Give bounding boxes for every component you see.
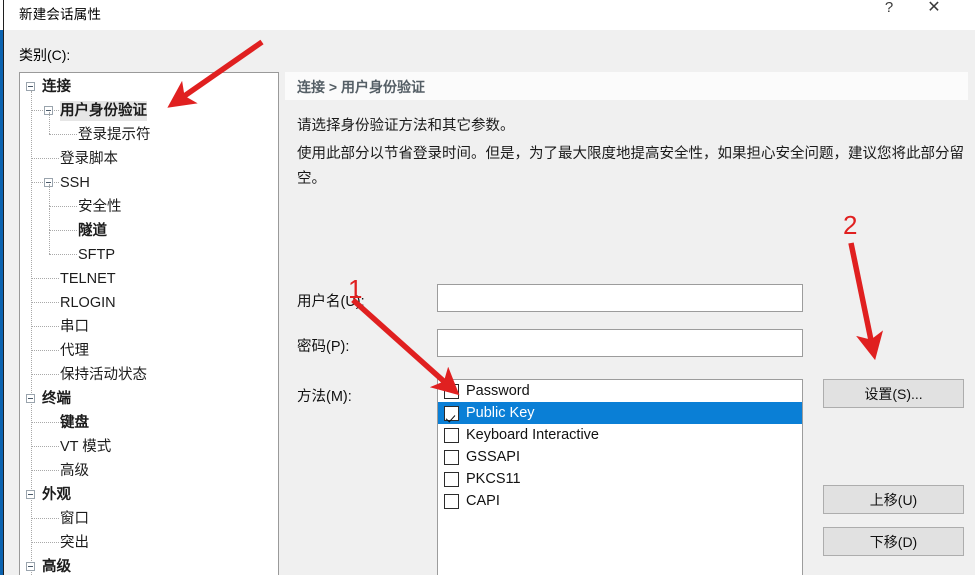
password-label: 密码(P): — [297, 339, 350, 355]
method-label: GSSAPI — [466, 449, 520, 465]
method-label: PKCS11 — [466, 471, 521, 487]
method-list-item[interactable]: PKCS11 — [438, 468, 802, 490]
title-bar: 新建会话属性 ? ✕ — [0, 0, 975, 30]
username-field[interactable] — [437, 284, 803, 312]
sidebar-item-label: 键盘 — [60, 415, 89, 431]
sidebar-item[interactable]: 窗口 — [20, 507, 278, 531]
category-tree[interactable]: 连接用户身份验证登录提示符登录脚本 SSH 安全性隧道 SFTP TELNET RLOGI… — [19, 72, 279, 575]
sidebar-item[interactable]: 登录脚本 — [20, 147, 278, 171]
window-title: 新建会话属性 — [19, 7, 102, 22]
breadcrumb-text: 连接 > 用户身份验证 — [297, 79, 425, 95]
sidebar-item-label: 登录提示符 — [78, 127, 151, 143]
password-input[interactable] — [438, 330, 802, 356]
properties-button[interactable]: 设置(S)... — [823, 379, 964, 408]
move-up-button[interactable]: 上移(U) — [823, 485, 964, 514]
checkbox-icon[interactable] — [444, 405, 459, 421]
sidebar-item-label: 隧道 — [78, 223, 107, 239]
help-icon[interactable]: ? — [866, 0, 912, 30]
sidebar-item[interactable]: 高级 — [20, 459, 278, 483]
checkbox-icon[interactable] — [444, 427, 459, 443]
sidebar-item-label: 登录脚本 — [60, 151, 118, 167]
category-label: 类别(C): — [19, 47, 71, 63]
sidebar-item[interactable]: SFTP — [20, 243, 278, 267]
method-list-item[interactable]: Password — [438, 380, 802, 402]
sidebar-item[interactable]: 安全性 — [20, 195, 278, 219]
method-label: Keyboard Interactive — [466, 427, 599, 443]
checkbox-icon[interactable] — [444, 493, 459, 509]
method-list-item[interactable]: Keyboard Interactive — [438, 424, 802, 446]
breadcrumb: 连接 > 用户身份验证 — [285, 72, 968, 100]
sidebar-item[interactable]: 键盘 — [20, 411, 278, 435]
sidebar-item-label: SFTP — [78, 247, 116, 263]
method-list-item[interactable]: CAPI — [438, 490, 802, 512]
sidebar-item[interactable]: 用户身份验证 — [20, 99, 278, 123]
checkbox-icon[interactable] — [444, 471, 459, 487]
sidebar-item-label: SSH — [60, 175, 90, 191]
sidebar-item[interactable]: 保持活动状态 — [20, 363, 278, 387]
close-glyph: ✕ — [927, 0, 941, 16]
checkbox-icon[interactable] — [444, 383, 459, 399]
methods-label: 方法(M): — [297, 389, 352, 405]
sidebar-item[interactable]: TELNET — [20, 267, 278, 291]
description-line-2: 使用此部分以节省登录时间。但是，为了最大限度地提高安全性，如果担心安全问题，建议… — [297, 146, 964, 187]
username-label: 用户名(U): — [297, 294, 365, 310]
method-label: Public Key — [466, 405, 535, 421]
checkbox-icon[interactable] — [444, 449, 459, 465]
sidebar-item[interactable]: 突出 — [20, 531, 278, 555]
sidebar-item[interactable]: 高级 — [20, 555, 278, 575]
sidebar-item[interactable]: 隧道 — [20, 219, 278, 243]
sidebar-item[interactable]: 终端 — [20, 387, 278, 411]
close-icon[interactable]: ✕ — [911, 0, 957, 30]
move-down-button[interactable]: 下移(D) — [823, 527, 964, 556]
sidebar-item-label: VT 模式 — [60, 439, 112, 455]
sidebar-item-label: RLOGIN — [60, 295, 116, 311]
sidebar-item-label: 连接 — [42, 79, 71, 95]
sidebar-item-label: 突出 — [60, 535, 89, 551]
method-list-item[interactable]: GSSAPI — [438, 446, 802, 468]
sidebar-item-label: TELNET — [60, 271, 116, 287]
help-glyph: ? — [884, 0, 894, 16]
dialog-client-area: 类别(C): 连接用户身份验证登录提示符登录脚本 SSH 安全性隧道 SFTP TELN… — [4, 30, 975, 575]
sidebar-item-label: 窗口 — [60, 511, 89, 527]
sidebar-item[interactable]: 登录提示符 — [20, 123, 278, 147]
sidebar-item-label: 终端 — [42, 391, 71, 407]
sidebar-item-label: 高级 — [42, 559, 71, 575]
dialog-window: 新建会话属性 ? ✕ 类别(C): 连接用户身份验证登录提示符登录脚本 SSH 安全… — [0, 0, 975, 575]
sidebar-item-label: 用户身份验证 — [60, 101, 147, 121]
settings-panel: 连接 > 用户身份验证 请选择身份验证方法和其它参数。 使用此部分以节省登录时间… — [285, 72, 975, 575]
sidebar-item[interactable]: SSH — [20, 171, 278, 195]
sidebar-item-label: 外观 — [42, 487, 71, 503]
sidebar-item[interactable]: RLOGIN — [20, 291, 278, 315]
sidebar-item[interactable]: 串口 — [20, 315, 278, 339]
sidebar-item[interactable]: 外观 — [20, 483, 278, 507]
method-list-item[interactable]: Public Key — [438, 402, 802, 424]
sidebar-item-label: 串口 — [60, 319, 89, 335]
method-label: CAPI — [466, 493, 500, 509]
method-label: Password — [466, 383, 530, 399]
sidebar-item[interactable]: 代理 — [20, 339, 278, 363]
sidebar-item-label: 高级 — [60, 463, 89, 479]
sidebar-item-label: 代理 — [60, 343, 89, 359]
username-input[interactable] — [438, 285, 802, 311]
sidebar-item[interactable]: 连接 — [20, 75, 278, 99]
sidebar-item-label: 安全性 — [78, 199, 122, 215]
sidebar-item-label: 保持活动状态 — [60, 367, 147, 383]
sidebar-item[interactable]: VT 模式 — [20, 435, 278, 459]
description-line-1: 请选择身份验证方法和其它参数。 — [297, 118, 515, 134]
methods-listbox[interactable]: Password Public Key Keyboard Interactive GS… — [437, 379, 803, 575]
password-field[interactable] — [437, 329, 803, 357]
